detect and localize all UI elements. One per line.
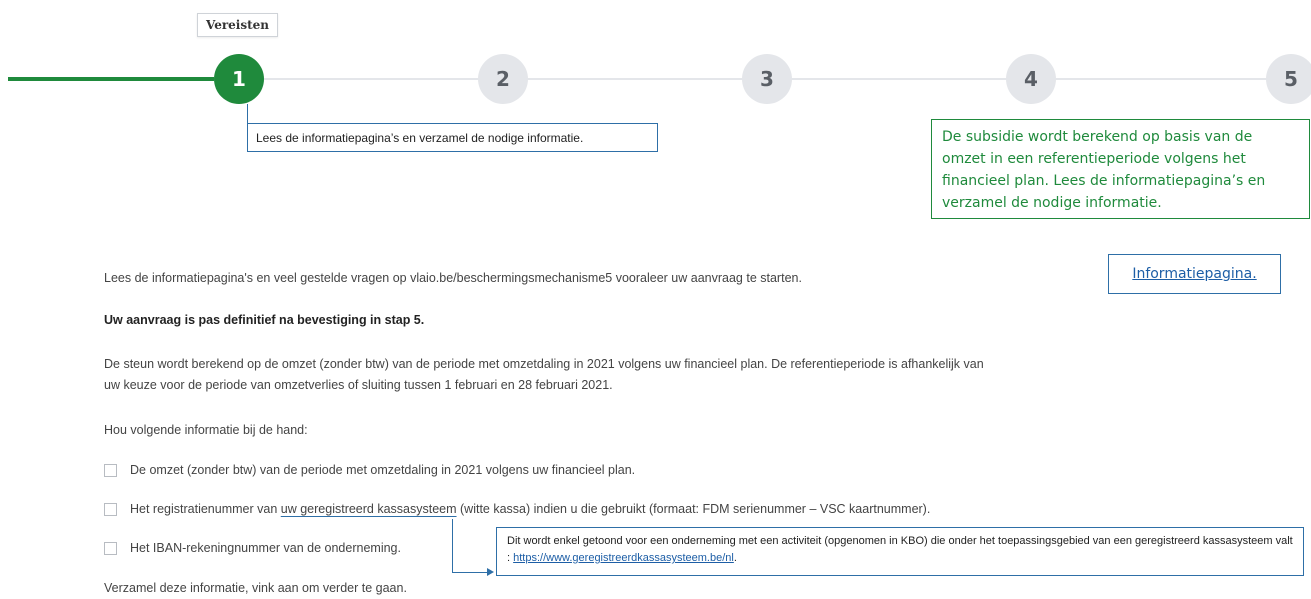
checkbox-register[interactable]: [104, 502, 117, 516]
checklist-item-iban-label: Het IBAN-rekeningnummer van de ondernemi…: [130, 541, 401, 555]
step-4[interactable]: 4: [1006, 54, 1056, 104]
subsidy-callout: De subsidie wordt berekend op basis van …: [931, 119, 1310, 219]
step-tooltip: Vereisten: [197, 13, 279, 37]
subsidy-callout-text: De subsidie wordt berekend op basis van …: [942, 129, 1266, 211]
checkbox-revenue[interactable]: [104, 463, 117, 477]
support-text-line2: uw keuze voor de periode van omzetverlie…: [104, 378, 613, 392]
keep-at-hand-text: Hou volgende informatie bij de hand:: [104, 423, 308, 437]
step-2[interactable]: 2: [478, 54, 528, 104]
kassa-arrow-icon: [487, 568, 494, 576]
kassa-connector-vertical: [452, 519, 453, 573]
kassa-connector-horizontal: [452, 572, 488, 573]
collect-info-text: Verzamel deze informatie, vink aan om ve…: [104, 581, 407, 595]
step-1[interactable]: 1: [214, 54, 264, 104]
register-label-pre: Het registratienummer van: [130, 502, 281, 516]
progress-line-3-4: [792, 78, 1006, 80]
progress-line-completed: [8, 77, 214, 81]
definitive-notice: Uw aanvraag is pas definitief na bevesti…: [104, 313, 425, 327]
register-label-post: (witte kassa) indien u die gebruikt (for…: [456, 502, 931, 516]
kassa-callout-end: .: [733, 552, 737, 564]
step1-callout: Lees de informatiepagina’s en verzamel d…: [247, 123, 658, 152]
info-link-box: Informatiepagina.: [1108, 254, 1281, 294]
step-5[interactable]: 5: [1266, 54, 1311, 104]
progress-line-2-3: [528, 78, 742, 80]
info-page-link[interactable]: Informatiepagina.: [1132, 266, 1256, 282]
checklist-item-revenue-label: De omzet (zonder btw) van de periode met…: [130, 463, 636, 477]
checkbox-iban[interactable]: [104, 541, 117, 555]
checklist-item-register-label: Het registratienummer van uw geregistree…: [130, 502, 930, 516]
intro-text: Lees de informatiepagina's en veel geste…: [104, 271, 802, 285]
checklist-item-register[interactable]: Het registratienummer van uw geregistree…: [104, 502, 930, 516]
kassa-link[interactable]: https://www.geregistreerdkassasysteem.be…: [513, 552, 734, 564]
checklist-item-iban[interactable]: Het IBAN-rekeningnummer van de ondernemi…: [104, 541, 401, 555]
progress-line-1-2: [264, 78, 478, 80]
progress-line-4-5: [1056, 78, 1266, 80]
support-text-line1: De steun wordt berekend op de omzet (zon…: [104, 357, 984, 371]
kassa-callout: Dit wordt enkel getoond voor een onderne…: [496, 527, 1304, 576]
register-label-highlight: uw geregistreerd kassasysteem: [280, 502, 457, 516]
step-3[interactable]: 3: [742, 54, 792, 104]
step1-callout-text: Lees de informatiepagina’s en verzamel d…: [256, 130, 584, 145]
checklist-item-revenue[interactable]: De omzet (zonder btw) van de periode met…: [104, 463, 635, 477]
